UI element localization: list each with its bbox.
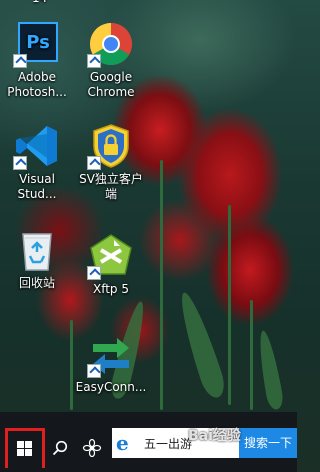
desktop-icon-xftp[interactable]: Xftp 5: [74, 232, 148, 297]
desktop-icon-sv-client[interactable]: SV独立客户 端: [74, 122, 148, 202]
task-view-button[interactable]: [74, 424, 110, 472]
desktop-icon-recycle-bin[interactable]: 回收站: [0, 226, 74, 291]
shortcut-arrow-icon: [87, 54, 101, 68]
easyconnect-icon: [87, 330, 135, 378]
icon-label: Google: [89, 70, 133, 84]
icon-label: Adobe: [18, 70, 56, 84]
desktop-icon-vscode[interactable]: Visual Stud...: [0, 122, 74, 202]
search-button[interactable]: [42, 424, 78, 472]
vscode-icon: [13, 122, 61, 170]
icon-label: Stud...: [17, 187, 57, 201]
icon-label: 回收站: [18, 276, 55, 290]
xftp-icon: [87, 232, 135, 280]
top-partial-label: 14: [32, 0, 47, 5]
tulip-stem: [250, 300, 253, 410]
start-button-highlight: [5, 428, 45, 468]
baidu-watermark: Bai经验: [188, 428, 241, 444]
tulip-leaf: [255, 329, 285, 411]
chrome-icon: [87, 20, 135, 68]
icon-label: Photosh...: [7, 85, 67, 99]
desktop-icon-photoshop[interactable]: Ps Adobe Photosh...: [0, 20, 74, 100]
task-view-icon: [82, 438, 102, 458]
shield-lock-icon: [87, 122, 135, 170]
tulip-leaf: [173, 289, 229, 401]
shortcut-arrow-icon: [87, 266, 101, 280]
recycle-bin-icon: [13, 226, 61, 274]
icon-label: EasyConn...: [75, 380, 147, 394]
icon-label: SV独立客户: [79, 172, 143, 186]
desktop-icon-chrome[interactable]: Google Chrome: [74, 20, 148, 100]
icon-label: Xftp 5: [92, 282, 129, 296]
tulip-stem: [70, 320, 73, 410]
shortcut-arrow-icon: [87, 364, 101, 378]
icon-label: Visual: [19, 172, 55, 186]
tulip-stem: [160, 160, 163, 410]
shortcut-arrow-icon: [13, 156, 27, 170]
search-submit-button[interactable]: 搜索一下: [239, 428, 297, 458]
photoshop-icon: Ps: [13, 20, 61, 68]
icon-label: Chrome: [87, 85, 135, 99]
search-icon: [52, 440, 68, 456]
tulip-stem: [228, 205, 231, 405]
desktop-icon-easyconnect[interactable]: EasyConn...: [74, 330, 148, 395]
icon-label: 端: [104, 187, 117, 201]
search-query[interactable]: 五一出游: [144, 435, 192, 452]
shortcut-arrow-icon: [13, 54, 27, 68]
ie-logo-icon: e: [116, 431, 129, 455]
shortcut-arrow-icon: [87, 156, 101, 170]
